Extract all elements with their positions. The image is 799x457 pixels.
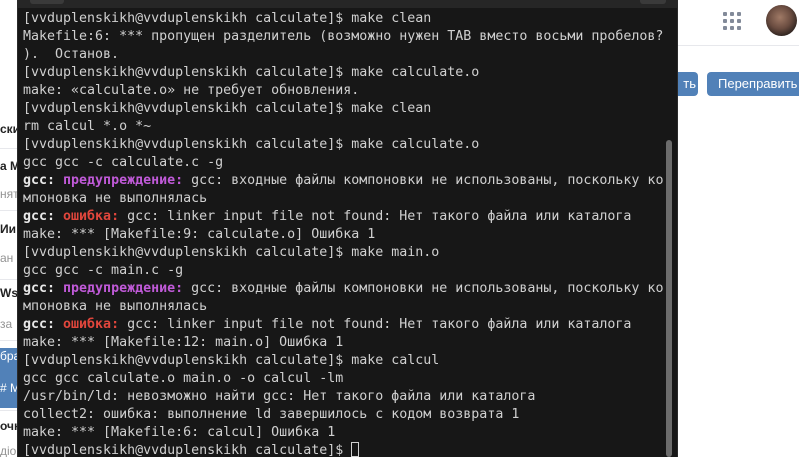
terminal-text: gcc: linker input file not found: Нет та… [127,209,632,224]
warning-label: предупреждение: [63,281,192,296]
terminal-text: [vvduplenskikh@vvduplenskikh calculate]$… [23,101,432,116]
desktop: ски a Mнят Ии ан Ws за бра # Mочн дiо ть Перепра… [0,0,799,457]
terminal-line: rm calcul *.o *~ [23,118,665,136]
terminal-text: make: *** [Makefile:9: calculate.o] Ошиб… [23,227,376,242]
terminal-tab-edge [30,0,64,4]
terminal-line: make: *** [Makefile:6: calcul] Ошибка 1 [23,424,665,442]
terminal-line: gcc: ошибка: gcc: linker input file not … [23,316,665,334]
terminal-text: gcc: linker input file not found: Нет та… [127,317,632,332]
error-label: ошибка: [63,317,128,332]
terminal-text: gcc: [23,281,64,296]
terminal-line: мпоновка не выполнялась [23,298,665,316]
terminal-line: [vvduplenskikh@vvduplenskikh calculate]$ [23,442,665,457]
terminal-text: Makefile:6: *** пропущен разделитель (во… [23,29,664,44]
terminal-line: gcc gcc calculate.o main.o -o calcul -lm [23,370,665,388]
terminal-text: gcc gcc calculate.o main.o -o calcul -lm [23,371,344,386]
terminal-text: [vvduplenskikh@vvduplenskikh calculate]$ [23,443,352,457]
terminal-window[interactable]: [vvduplenskikh@vvduplenskikh calculate]$… [17,0,678,457]
terminal-text: gcc gcc -c calculate.c -g [23,155,224,170]
terminal-titlebar[interactable] [18,0,677,8]
terminal-text: rm calcul *.o *~ [23,119,152,134]
terminal-text: gcc: входные файлы компоновки не использ… [191,281,664,296]
terminal-scrollbar[interactable] [666,140,672,457]
terminal-line: make: «calculate.o» не требует обновлени… [23,82,665,100]
terminal-text: [vvduplenskikh@vvduplenskikh calculate]$… [23,353,440,368]
terminal-text: ). Останов. [23,47,120,62]
terminal-line: gcc gcc -c calculate.c -g [23,154,665,172]
terminal-line: Makefile:6: *** пропущен разделитель (во… [23,28,665,46]
terminal-text: [vvduplenskikh@vvduplenskikh calculate]$… [23,65,480,80]
terminal-line: [vvduplenskikh@vvduplenskikh calculate]$… [23,244,665,262]
terminal-text: gcc: [23,173,64,188]
terminal-line: make: *** [Makefile:9: calculate.o] Ошиб… [23,226,665,244]
terminal-text: [vvduplenskikh@vvduplenskikh calculate]$… [23,245,440,260]
forward-button[interactable]: Переправить [707,72,799,96]
terminal-text: make: *** [Makefile:12: main.o] Ошибка 1 [23,335,344,350]
terminal-text: gcc: [23,317,64,332]
terminal-text: gcc: входные файлы компоновки не использ… [191,173,664,188]
terminal-line: /usr/bin/ld: невозможно найти gcc: Нет т… [23,388,665,406]
terminal-line: [vvduplenskikh@vvduplenskikh calculate]$… [23,64,665,82]
warning-label: предупреждение: [63,173,192,188]
terminal-line: ). Останов. [23,46,665,64]
terminal-line: collect2: ошибка: выполнение ld завершил… [23,406,665,424]
terminal-text: мпоновка не выполнялась [23,191,208,206]
grid-apps-icon[interactable] [723,12,741,30]
browser-right-column [678,0,799,457]
terminal-line: [vvduplenskikh@vvduplenskikh calculate]$… [23,352,665,370]
terminal-line: make: *** [Makefile:12: main.o] Ошибка 1 [23,334,665,352]
terminal-cursor [351,442,360,457]
terminal-line: gcc gcc -c main.c -g [23,262,665,280]
terminal-text: мпоновка не выполнялась [23,299,208,314]
terminal-line: gcc: предупреждение: gcc: входные файлы … [23,280,665,298]
terminal-text: gcc: [23,209,64,224]
terminal-text: /usr/bin/ld: невозможно найти gcc: Нет т… [23,389,536,404]
terminal-text: make: «calculate.o» не требует обновлени… [23,83,360,98]
terminal-line: мпоновка не выполнялась [23,190,665,208]
terminal-text: gcc gcc -c main.c -g [23,263,184,278]
terminal-tab-edge-right [640,0,666,4]
terminal-text: make: *** [Makefile:6: calcul] Ошибка 1 [23,425,336,440]
error-label: ошибка: [63,209,128,224]
user-avatar[interactable] [766,5,797,36]
terminal-line: [vvduplenskikh@vvduplenskikh calculate]$… [23,100,665,118]
terminal-line: gcc: ошибка: gcc: linker input file not … [23,208,665,226]
terminal-line: [vvduplenskikh@vvduplenskikh calculate]$… [23,10,665,28]
terminal-line: gcc: предупреждение: gcc: входные файлы … [23,172,665,190]
terminal-text: [vvduplenskikh@vvduplenskikh calculate]$… [23,137,480,152]
terminal-text: [vvduplenskikh@vvduplenskikh calculate]$… [23,11,432,26]
terminal-line: [vvduplenskikh@vvduplenskikh calculate]$… [23,136,665,154]
terminal-output[interactable]: [vvduplenskikh@vvduplenskikh calculate]$… [23,10,665,457]
terminal-text: collect2: ошибка: выполнение ld завершил… [23,407,520,422]
